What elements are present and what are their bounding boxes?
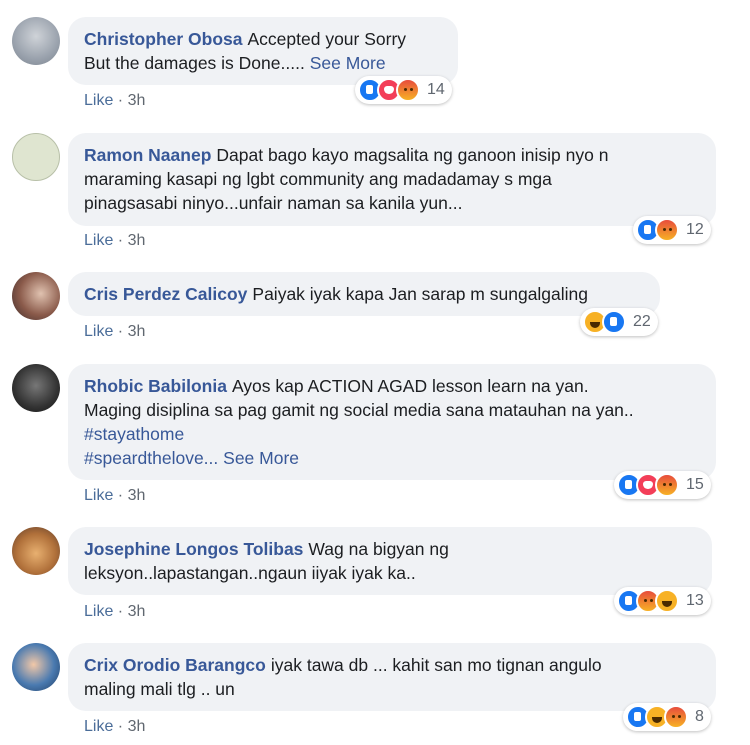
reaction-count: 15	[686, 476, 704, 493]
like-icon	[602, 310, 626, 334]
avatar[interactable]	[12, 643, 60, 691]
reactions-summary[interactable]: 22	[580, 308, 658, 336]
comment-text: maraming kasapi ng lgbt community ang ma…	[84, 169, 552, 189]
like-button[interactable]: Like	[84, 718, 113, 735]
reaction-count: 8	[695, 708, 704, 725]
comment-actions: Like · 3h	[84, 323, 146, 340]
reactions-summary[interactable]: 12	[633, 216, 711, 244]
reaction-count: 14	[427, 81, 445, 98]
timestamp[interactable]: 3h	[128, 603, 146, 620]
timestamp[interactable]: 3h	[128, 718, 146, 735]
angry-icon	[655, 218, 679, 242]
timestamp[interactable]: 3h	[128, 323, 146, 340]
comment-bubble: Cris Perdez Calicoy Paiyak iyak kapa Jan …	[68, 272, 660, 316]
avatar[interactable]	[12, 364, 60, 412]
comment-text: Maging disiplina sa pag gamit ng social …	[84, 400, 634, 420]
comment-text: iyak tawa db ... kahit san mo tignan ang…	[270, 655, 602, 675]
comment-actions: Like · 3h	[84, 232, 146, 249]
reaction-count: 13	[686, 592, 704, 609]
hashtag-link[interactable]: #stayathome	[84, 424, 184, 444]
avatar[interactable]	[12, 527, 60, 575]
comment-text: Wag na bigyan ng	[308, 539, 449, 559]
avatar[interactable]	[12, 272, 60, 320]
comment-actions: Like · 3h	[84, 487, 146, 504]
avatar[interactable]	[12, 133, 60, 181]
comment-author[interactable]: Rhobic Babilonia	[84, 376, 227, 396]
comment-bubble: Josephine Longos Tolibas Wag na bigyan ng…	[68, 527, 712, 595]
comment-text: Dapat bago kayo magsalita ng ganoon inis…	[216, 145, 609, 165]
comment-text: Accepted your Sorry	[247, 29, 407, 49]
comment-bubble: Ramon Naanep Dapat bago kayo magsalita ng…	[68, 133, 716, 226]
hashtag-link[interactable]: #speardthelove...	[84, 448, 218, 468]
comment-text: Paiyak iyak kapa Jan sarap m sungalgalin…	[252, 284, 589, 304]
comment-bubble: Christopher Obosa Accepted your Sorry But…	[68, 17, 458, 85]
comment-bubble: Crix Orodio Barangco iyak tawa db ... kah…	[68, 643, 716, 711]
comment-author[interactable]: Ramon Naanep	[84, 145, 211, 165]
reactions-summary[interactable]: 13	[614, 587, 711, 615]
like-button[interactable]: Like	[84, 232, 113, 249]
comment-actions: Like · 3h	[84, 718, 146, 735]
comment-text: Ayos kap ACTION AGAD lesson learn na yan…	[231, 376, 589, 396]
angry-icon	[664, 705, 688, 729]
avatar[interactable]	[12, 17, 60, 65]
comment-author[interactable]: Cris Perdez Calicoy	[84, 284, 247, 304]
comment-author[interactable]: Christopher Obosa	[84, 29, 243, 49]
reaction-count: 12	[686, 221, 704, 238]
comment-actions: Like · 3h	[84, 603, 146, 620]
see-more-link[interactable]: See More	[223, 448, 299, 468]
comment-text: pinagsasabi ninyo...unfair naman sa kani…	[84, 193, 463, 213]
reactions-summary[interactable]: 14	[355, 76, 452, 104]
comment-author[interactable]: Josephine Longos Tolibas	[84, 539, 303, 559]
angry-icon	[655, 473, 679, 497]
angry-icon	[396, 78, 420, 102]
comment-text: leksyon..lapastangan..ngaun iiyak iyak k…	[84, 563, 416, 583]
like-button[interactable]: Like	[84, 323, 113, 340]
comment-text: maling mali tlg .. un	[84, 679, 235, 699]
see-more-link[interactable]: See More	[310, 53, 386, 73]
comment-text: But the damages is Done.....	[84, 53, 305, 73]
like-button[interactable]: Like	[84, 603, 113, 620]
comment-bubble: Rhobic Babilonia Ayos kap ACTION AGAD les…	[68, 364, 716, 480]
reactions-summary[interactable]: 15	[614, 471, 711, 499]
reactions-summary[interactable]: 8	[623, 703, 711, 731]
reaction-count: 22	[633, 313, 651, 330]
timestamp[interactable]: 3h	[128, 232, 146, 249]
like-button[interactable]: Like	[84, 487, 113, 504]
comment-actions: Like · 3h	[84, 92, 146, 109]
timestamp[interactable]: 3h	[128, 487, 146, 504]
comment-author[interactable]: Crix Orodio Barangco	[84, 655, 266, 675]
timestamp[interactable]: 3h	[128, 92, 146, 109]
haha-icon	[655, 589, 679, 613]
like-button[interactable]: Like	[84, 92, 113, 109]
